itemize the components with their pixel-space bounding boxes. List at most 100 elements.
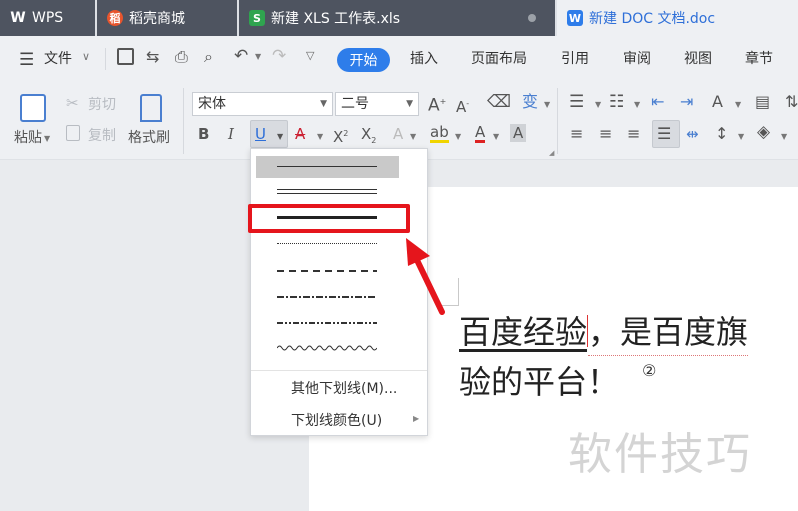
font-color-icon[interactable]: A <box>475 124 486 143</box>
underline-option-dashed[interactable] <box>256 260 399 282</box>
distributed-icon[interactable]: ⇹ <box>686 124 699 144</box>
shading-dropdown-icon[interactable]: ▼ <box>781 132 787 141</box>
document-text-line-2[interactable]: 验的平台！ <box>459 360 619 404</box>
chinese-layout-icon[interactable]: ▤ <box>755 92 770 112</box>
tab-wps-home[interactable]: W WPS <box>0 0 95 36</box>
numbering-icon[interactable]: ☷ <box>609 92 624 112</box>
text-effect-icon[interactable]: A <box>393 124 403 144</box>
format-painter-icon[interactable] <box>140 94 162 122</box>
wps-logo-icon: W <box>10 10 26 26</box>
menu-bar: ☰ 文件 ∨ ⇆ ⎙ ⌕ ↶ ▼ ↷ ▽ 开始 插入 页面布局 引用 审阅 视图… <box>0 36 798 82</box>
underline-option-wavy[interactable] <box>256 338 399 360</box>
phonetic-dropdown-icon[interactable]: ▼ <box>544 100 550 109</box>
phonetic-guide-icon[interactable]: 变 <box>522 92 538 112</box>
tab-references[interactable]: 引用 <box>561 49 589 69</box>
tab-insert[interactable]: 插入 <box>410 49 438 69</box>
chevron-down-icon: ▼ <box>406 99 413 109</box>
watermark-text: 软件技巧 <box>568 429 752 480</box>
clear-format-icon[interactable]: ⌫ <box>487 92 511 112</box>
chevron-down-icon: ▼ <box>320 99 327 109</box>
more-underlines-item[interactable]: 其他下划线(M)... <box>291 378 397 398</box>
more-dropdown-icon[interactable]: ▽ <box>306 49 314 62</box>
highlight-color-icon[interactable]: ab <box>430 124 449 143</box>
underline-option-dash-dot[interactable] <box>256 286 399 308</box>
document-text-line-1[interactable]: 百度经验，是百度旗 <box>459 310 749 356</box>
font-dialog-launcher-icon[interactable]: ◢ <box>549 149 554 157</box>
numbering-dropdown-icon[interactable]: ▼ <box>634 100 640 109</box>
tab-document[interactable]: W 新建 DOC 文档.doc <box>557 0 798 36</box>
divider <box>105 48 106 70</box>
strikethrough-dropdown-icon[interactable]: ▼ <box>317 132 323 141</box>
align-right-icon[interactable]: ≡ <box>627 124 640 144</box>
tab-start[interactable]: 开始 <box>337 48 390 72</box>
tab-page-layout[interactable]: 页面布局 <box>471 49 527 69</box>
text-direction-icon[interactable]: A <box>712 92 723 112</box>
font-color-dropdown-icon[interactable]: ▼ <box>493 132 499 141</box>
char-shading-icon[interactable]: A <box>510 124 527 142</box>
hamburger-icon[interactable]: ☰ <box>19 50 34 70</box>
increase-indent-icon[interactable]: ⇥ <box>680 92 693 112</box>
underline-dropdown-icon[interactable]: ▼ <box>277 132 283 141</box>
save-icon[interactable] <box>117 48 134 65</box>
underline-option-single[interactable] <box>256 156 399 178</box>
line-spacing-dropdown-icon[interactable]: ▼ <box>738 132 744 141</box>
chevron-down-icon[interactable]: ∨ <box>82 50 90 63</box>
underline-option-dash-dot-dot[interactable] <box>256 312 399 334</box>
paste-dropdown-icon[interactable]: ▼ <box>44 134 50 143</box>
tab-view[interactable]: 视图 <box>684 49 712 69</box>
paste-button[interactable]: 粘贴 <box>14 128 42 148</box>
superscript-icon[interactable]: X2 <box>333 124 348 147</box>
line-spacing-icon[interactable]: ↕ <box>715 124 728 144</box>
print-preview-icon[interactable]: ⌕ <box>204 47 213 67</box>
underline-option-double[interactable] <box>256 182 399 204</box>
strikethrough-icon[interactable]: A <box>295 124 305 144</box>
font-size-select[interactable]: 二号 ▼ <box>335 92 419 116</box>
copy-button[interactable]: 复制 <box>88 126 116 146</box>
tab-docer[interactable]: 稻 稻壳商城 <box>97 0 237 36</box>
text-effect-dropdown-icon[interactable]: ▼ <box>410 132 416 141</box>
sort-icon[interactable]: ⇅ <box>785 92 798 112</box>
highlight-dropdown-icon[interactable]: ▼ <box>455 132 461 141</box>
italic-icon[interactable]: I <box>228 124 234 144</box>
font-name-select[interactable]: 宋体 ▼ <box>192 92 333 116</box>
docer-icon: 稻 <box>107 10 123 26</box>
undo-dropdown-icon[interactable]: ▼ <box>255 52 261 61</box>
submenu-arrow-icon: ▶ <box>413 414 420 423</box>
file-menu[interactable]: 文件 <box>44 49 72 69</box>
writer-icon: W <box>567 10 583 26</box>
tab-section[interactable]: 章节 <box>745 49 773 69</box>
tab-spreadsheet[interactable]: S 新建 XLS 工作表.xls <box>239 0 555 36</box>
close-tab-icon[interactable] <box>528 14 536 22</box>
tab-review[interactable]: 审阅 <box>623 49 651 69</box>
spreadsheet-icon: S <box>249 10 265 26</box>
print-icon[interactable]: ⎙ <box>175 47 188 67</box>
text-direction-dropdown-icon[interactable]: ▼ <box>735 100 741 109</box>
underline-icon: U <box>255 125 266 143</box>
bullets-dropdown-icon[interactable]: ▼ <box>595 100 601 109</box>
grow-font-icon[interactable]: A+ <box>428 92 446 116</box>
subscript-icon[interactable]: X2 <box>361 124 376 151</box>
format-painter-button[interactable]: 格式刷 <box>128 128 170 148</box>
underline-option-dotted[interactable] <box>256 233 399 255</box>
paste-icon[interactable] <box>20 94 46 122</box>
shrink-font-icon[interactable]: A- <box>456 94 469 117</box>
align-center-icon[interactable]: ≡ <box>599 124 612 144</box>
divider <box>183 88 184 154</box>
menu-divider <box>251 370 427 371</box>
cut-icon: ✂ <box>66 94 79 112</box>
title-tab-bar: W WPS 稻 稻壳商城 S 新建 XLS 工作表.xls W 新建 DOC 文… <box>0 0 798 36</box>
export-icon[interactable]: ⇆ <box>146 47 159 66</box>
highlight-box <box>248 204 410 233</box>
bold-icon[interactable]: B <box>198 124 209 144</box>
bullets-icon[interactable]: ☰ <box>569 92 584 112</box>
align-left-icon[interactable]: ≡ <box>570 124 583 144</box>
decrease-indent-icon[interactable]: ⇤ <box>651 92 664 112</box>
justify-icon: ☰ <box>657 124 672 143</box>
shading-icon[interactable]: ◈ <box>757 122 770 142</box>
cut-button[interactable]: 剪切 <box>88 95 116 115</box>
undo-icon[interactable]: ↶ <box>234 46 248 66</box>
underlined-text[interactable]: 百度经验 <box>459 313 587 351</box>
underline-color-item[interactable]: 下划线颜色(U) <box>291 410 382 430</box>
redo-icon[interactable]: ↷ <box>272 46 286 66</box>
annotation-mark: ② <box>642 361 657 380</box>
